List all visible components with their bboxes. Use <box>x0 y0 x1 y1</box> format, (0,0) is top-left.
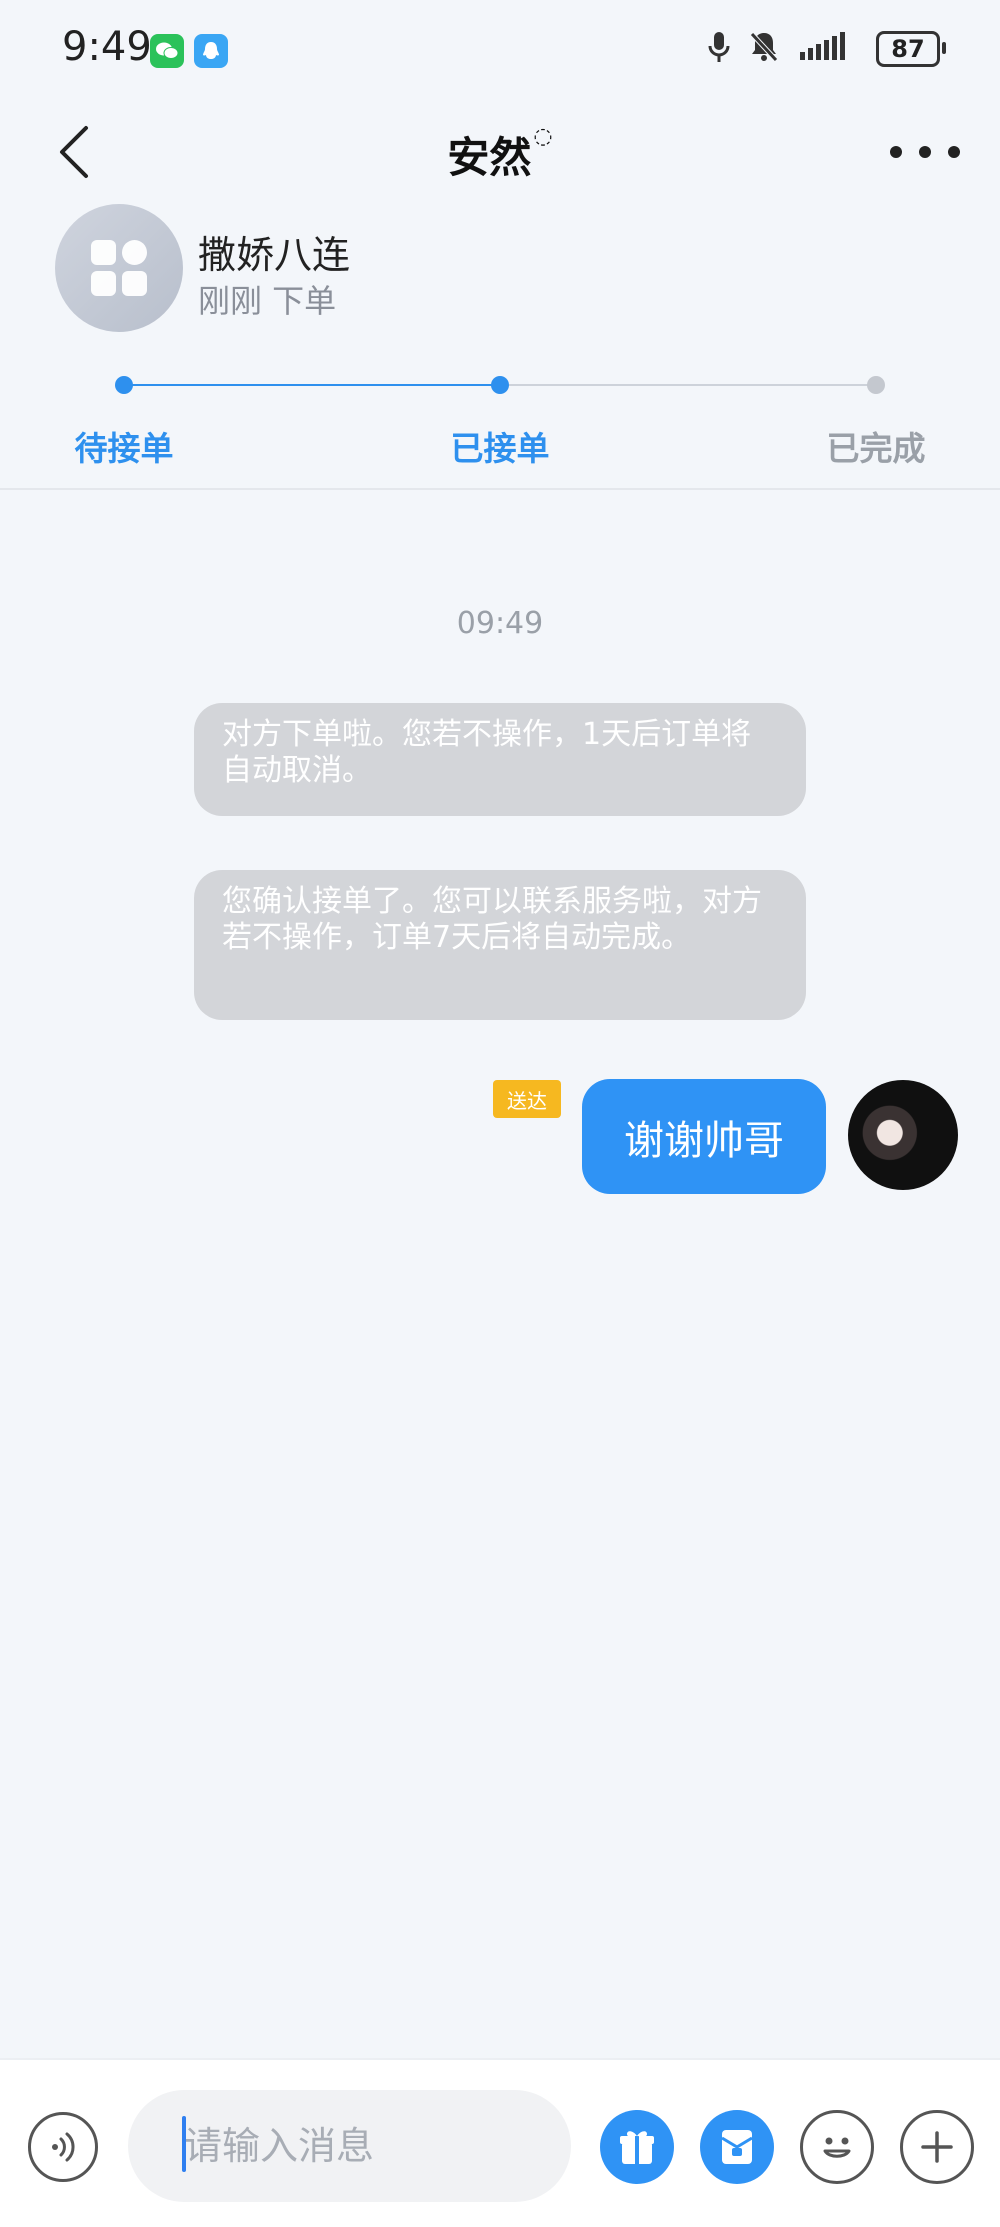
step-label-accepted: 已接单 <box>450 429 550 468</box>
loading-icon: ◌ <box>533 124 553 149</box>
delivered-badge: 送达 <box>493 1080 561 1118</box>
order-card[interactable]: 撒娇八连 刚刚 下单 待接单 已接单 已完成 <box>0 200 1000 490</box>
page-title-text: 安然 <box>447 133 532 182</box>
chat-timestamp: 09:49 <box>456 606 544 641</box>
nav-header: 安然◌ <box>0 100 1000 210</box>
order-avatar <box>55 204 183 332</box>
step-dot-pending <box>115 376 133 394</box>
order-subtitle: 刚刚 下单 <box>198 282 337 320</box>
red-packet-icon <box>721 2130 753 2164</box>
microphone-icon <box>708 30 730 68</box>
voice-icon <box>52 2132 75 2162</box>
status-time: 9:49 <box>62 24 152 70</box>
input-bar <box>0 2058 1000 2227</box>
message-input[interactable] <box>128 2090 571 2202</box>
system-message: 对方下单啦。您若不操作，1天后订单将自动取消。 <box>194 703 806 816</box>
red-packet-button[interactable] <box>700 2110 774 2184</box>
status-bar: 9:49 87 <box>0 0 1000 100</box>
order-name: 撒娇八连 <box>198 233 351 277</box>
gift-button[interactable] <box>600 2110 674 2184</box>
step-label-completed: 已完成 <box>826 429 926 468</box>
more-icon <box>890 146 902 158</box>
step-label-pending: 待接单 <box>74 429 174 468</box>
emoji-icon <box>823 2137 851 2158</box>
voice-button[interactable] <box>28 2112 98 2182</box>
apps-grid-icon <box>91 240 147 296</box>
battery-icon: 87 <box>876 31 946 67</box>
my-avatar[interactable] <box>848 1080 958 1190</box>
text-caret <box>182 2116 186 2172</box>
emoji-button[interactable] <box>800 2110 874 2184</box>
bell-off-icon <box>748 30 780 68</box>
page-title: 安然◌ <box>0 124 1000 185</box>
my-message-bubble[interactable]: 谢谢帅哥 <box>582 1079 826 1194</box>
qq-icon <box>194 34 228 68</box>
wechat-icon <box>150 34 184 68</box>
step-dot-accepted <box>491 376 509 394</box>
more-actions-button[interactable] <box>900 2110 974 2184</box>
signal-icon <box>798 32 858 66</box>
more-button[interactable] <box>890 122 960 182</box>
plus-icon <box>921 2131 953 2163</box>
gift-icon <box>620 2131 654 2164</box>
system-message: 您确认接单了。您可以联系服务啦，对方若不操作，订单7天后将自动完成。 <box>194 870 806 1020</box>
step-dot-completed <box>867 376 885 394</box>
